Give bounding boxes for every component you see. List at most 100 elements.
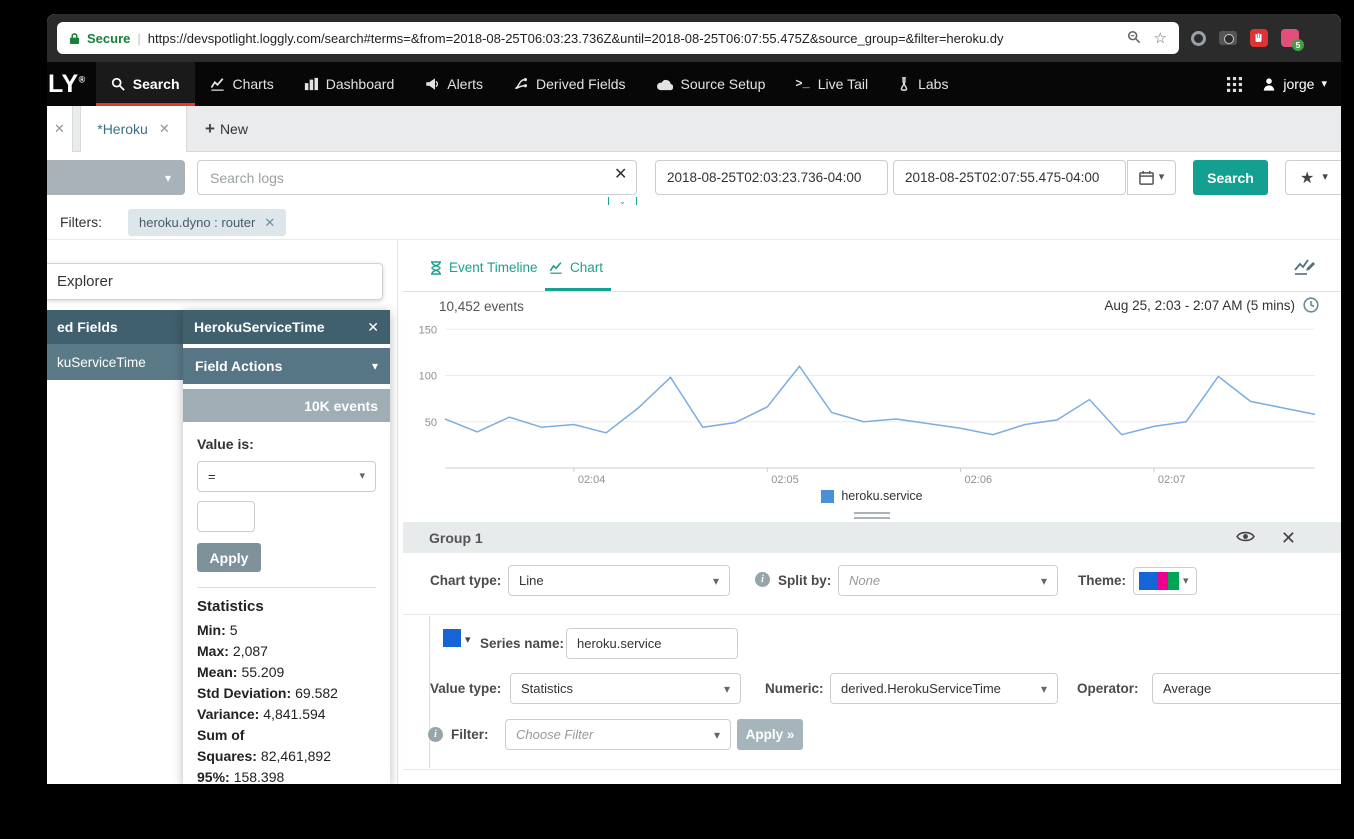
extension-icons: 5 [1191,29,1299,47]
value-type-label: Value type: [430,681,501,696]
main-content: Explorer ed Fields kuServiceTime HerokuS… [47,240,1341,784]
tab-chart[interactable]: Chart [549,260,603,275]
split-by-select[interactable]: None ▾ [838,565,1058,596]
new-tab-button[interactable]: + New [205,106,248,152]
loggly-logo[interactable]: LY® [47,70,96,99]
chart-export-icon[interactable] [1293,256,1315,281]
theme-swatch-blue [1139,572,1157,590]
close-group-icon[interactable]: ✕ [1281,529,1296,547]
field-panel-body: Value is: = ▾ Apply Statistics Min:5 Max… [183,422,390,784]
workspace-tab-heroku[interactable]: *Heroku ✕ [80,106,187,152]
stat-95th-percentile: 95%:158.398 [197,767,376,784]
date-from-input[interactable] [655,160,888,195]
extension-camera-icon[interactable] [1219,31,1237,45]
flask-icon [898,77,910,91]
field-explorer-search[interactable]: Explorer [47,263,383,300]
chart-legend[interactable]: heroku.service [403,489,1341,503]
date-to-input[interactable] [893,160,1126,195]
line-chart-icon [210,77,225,91]
divider [403,614,1341,615]
zoom-icon[interactable] [1127,30,1141,47]
stat-max: Max:2,087 [197,641,376,662]
field-actions-dropdown[interactable]: Field Actions ▾ [183,348,390,384]
field-label: kuServiceTime [57,355,146,370]
value-type-select[interactable]: Statistics ▾ [510,673,741,704]
tab-label: *Heroku [97,121,148,137]
search-input[interactable] [197,160,637,195]
apply-filter-button[interactable]: Apply [197,543,261,572]
info-icon[interactable]: i [428,727,443,742]
chart-type-select[interactable]: Line ▾ [508,565,730,596]
nav-item-derived-fields[interactable]: Derived Fields [498,62,640,106]
close-icon[interactable]: ✕ [54,121,65,137]
nav-item-search[interactable]: Search [96,62,195,106]
chevron-down-icon: ▾ [1321,79,1327,90]
bookmark-star-icon[interactable]: ☆ [1154,31,1167,46]
eye-icon[interactable] [1236,530,1255,546]
clock-icon[interactable] [1303,297,1319,313]
chevron-down-icon: ▾ [1322,172,1328,183]
chevron-down-icon: ▾ [165,172,171,184]
time-range-text: Aug 25, 2:03 - 2:07 AM (5 mins) [1104,298,1295,313]
nav-item-live-tail[interactable]: >_ Live Tail [780,62,883,106]
filter-label: Filter: [451,727,489,742]
series-name-input[interactable] [566,628,738,659]
field-list-item-herokuservicetime[interactable]: kuServiceTime [47,344,183,380]
filters-row: Filters: heroku.dyno : router ✕ [47,205,1341,240]
search-button[interactable]: Search [1193,160,1268,195]
stat-variance: Variance:4,841.594 [197,704,376,725]
operator-select[interactable]: Average ▾ [1152,673,1341,704]
svg-text:100: 100 [419,371,437,383]
saved-searches-button[interactable]: ★ ▾ [1285,160,1341,195]
chevron-down-icon: ▾ [372,360,378,372]
derived-fields-section-header[interactable]: ed Fields [47,310,183,344]
tabs-divider [403,291,1341,292]
apply-series-button[interactable]: Apply » [737,719,803,750]
stat-mean: Mean:55.209 [197,662,376,683]
cloud-icon [656,78,673,91]
theme-select[interactable]: ▾ [1133,567,1197,595]
operator-select[interactable]: = ▾ [197,461,376,492]
nav-item-source-setup[interactable]: Source Setup [641,62,781,106]
url-field[interactable]: Secure | https://devspotlight.loggly.com… [57,22,1179,54]
value-input[interactable] [197,501,255,532]
filter-select[interactable]: Choose Filter ▾ [505,719,731,750]
nav-label: Charts [233,76,274,92]
close-icon[interactable]: ✕ [367,319,379,336]
chevron-down-icon: ▾ [1041,575,1047,587]
svg-text:02:06: 02:06 [965,474,993,486]
filter-chip[interactable]: heroku.dyno : router ✕ [128,209,286,236]
extension-donut-icon[interactable] [1191,31,1206,46]
person-icon [1262,77,1276,91]
chevron-down-icon: ▾ [359,471,365,482]
workspace-tab-partial[interactable]: ✕ [47,106,73,152]
tab-event-timeline[interactable]: Event Timeline [430,260,538,275]
source-group-dropdown[interactable]: ▾ [47,160,185,195]
theme-swatch-green [1168,572,1179,590]
remove-filter-icon[interactable]: ✕ [264,215,275,231]
filters-label: Filters: [60,214,102,230]
adblock-hand-icon[interactable] [1250,29,1268,47]
extension-pink-icon[interactable]: 5 [1281,29,1299,47]
section-label: ed Fields [57,319,118,335]
date-range-picker-button[interactable]: ▾ [1127,160,1176,195]
nav-item-labs[interactable]: Labs [883,62,963,106]
filter-chip-text: heroku.dyno : router [139,215,255,230]
nav-item-alerts[interactable]: Alerts [409,62,498,106]
plus-icon: + [205,119,215,139]
info-icon[interactable]: i [755,572,770,587]
apps-grid-icon[interactable] [1227,77,1242,92]
series-color-swatch[interactable] [443,629,461,647]
user-menu[interactable]: jorge ▾ [1262,76,1327,92]
svg-text:50: 50 [425,417,437,429]
chevron-down-icon[interactable]: ▾ [465,633,471,646]
group-title: Group 1 [429,530,483,546]
panel-resize-handle[interactable] [854,509,890,522]
close-icon[interactable]: ✕ [159,121,170,137]
nav-item-charts[interactable]: Charts [195,62,289,106]
theme-swatch-magenta [1157,572,1168,590]
clear-search-icon[interactable]: ✕ [614,167,627,183]
nav-item-dashboard[interactable]: Dashboard [289,62,410,106]
numeric-select[interactable]: derived.HerokuServiceTime ▾ [830,673,1058,704]
chevron-down-icon: ▾ [1159,172,1165,183]
